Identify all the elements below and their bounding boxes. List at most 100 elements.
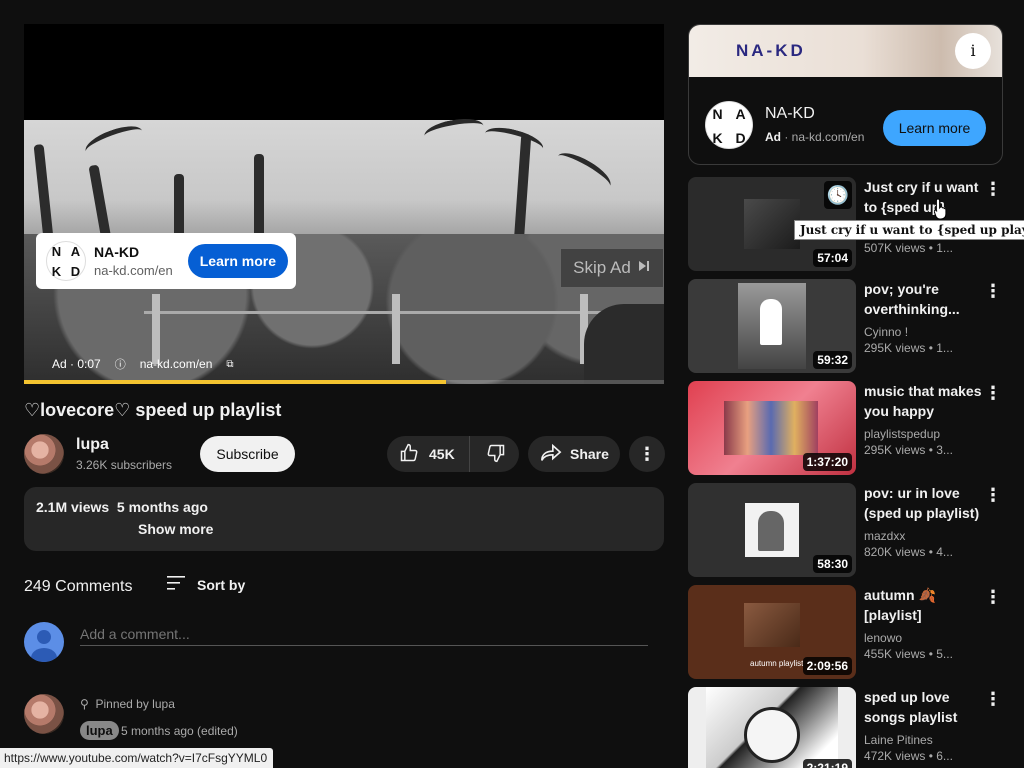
description-box[interactable]: 2.1M views 5 months ago Show more [24,487,664,551]
ad-learn-more-button[interactable]: Learn more [187,244,288,278]
ad-info-bar: Ad · 0:07 ⓘ na-kd.com/en ⧉ [52,356,234,372]
share-label: Share [570,446,609,462]
skip-next-icon [637,258,651,278]
comments-header: 249 Comments Sort by [24,575,664,599]
show-more-button[interactable]: Show more [138,521,652,537]
video-duration: 1:37:20 [802,453,852,471]
more-vert-icon[interactable]: ⋮ [984,485,1002,506]
ad-card-domain: na-kd.com/en [791,130,865,144]
channel-avatar[interactable] [24,434,64,474]
video-thumbnail[interactable]: 58:30 [688,483,856,577]
ad-banner-image[interactable]: NA-KD i [689,25,1002,77]
progress-bar[interactable] [24,380,664,384]
video-title-link[interactable]: sped up love songs playlist [864,687,982,727]
video-duration: 59:32 [813,351,852,369]
recommendation-item[interactable]: 1:37:20 music that makes you happy playl… [688,381,1024,475]
video-title: ♡lovecore♡ speed up playlist [24,400,282,420]
video-stats: 295K views • 3... [864,443,953,457]
ad-card-subline: Ad · na-kd.com/en [765,130,865,144]
youtube-watch-page: NA KD NA-KD na-kd.com/en Learn more Skip… [0,0,1024,768]
recommendation-item[interactable]: 58:30 pov: ur in love (sped up playlist)… [688,483,1024,577]
thumbnail-caption: autumn playlist [750,659,804,668]
more-actions-button[interactable]: ⋮ [629,436,665,472]
video-stats: 472K views • 6... [864,749,953,763]
recommendation-item[interactable]: autumn playlist 2:09:56 autumn 🍂 [playli… [688,585,1024,679]
comments-count: 249 Comments [24,578,133,595]
status-bar-url: https://www.youtube.com/watch?v=I7cFsgYY… [0,748,274,768]
share-icon [540,443,562,466]
video-title-link[interactable]: autumn 🍂 [playlist] [864,585,982,625]
like-count: 45K [429,446,455,462]
video-thumbnail[interactable]: autumn playlist 2:09:56 [688,585,856,679]
comment-author-chip[interactable]: lupa [80,721,119,740]
like-button[interactable]: 45K [387,436,470,472]
info-icon[interactable]: ⓘ [115,356,126,372]
watch-later-icon[interactable]: 🕓 [824,181,852,209]
user-avatar-icon [24,622,64,662]
video-title-link[interactable]: pov; you're overthinking... [864,279,982,319]
ad-info-domain[interactable]: na-kd.com/en [140,357,213,371]
channel-name[interactable]: lenowo [864,631,982,645]
channel-name[interactable]: lupa [76,436,109,454]
ad-overlay-domain: na-kd.com/en [94,263,173,278]
more-vert-icon[interactable]: ⋮ [984,281,1002,302]
video-thumbnail[interactable]: 1:37:20 [688,381,856,475]
channel-name[interactable]: Cyinno ! [864,325,982,339]
more-vert-icon[interactable]: ⋮ [984,179,1002,200]
video-stats: 820K views • 4... [864,545,953,559]
sort-icon [167,575,187,594]
pin-icon: ⚲ [80,697,89,711]
thumbs-down-icon [486,443,506,466]
sort-by-label: Sort by [197,576,246,593]
video-player[interactable]: NA KD NA-KD na-kd.com/en Learn more Skip… [24,24,664,384]
external-link-icon: ⧉ [226,358,234,370]
dislike-button[interactable] [470,436,522,472]
video-duration: 57:04 [813,249,852,267]
video-title-link[interactable]: Just cry if u want to {sped up} [864,177,982,217]
pinned-label: ⚲ Pinned by lupa [80,697,175,711]
skip-ad-label: Skip Ad [573,258,631,277]
recommendation-item[interactable]: 2:21:19 sped up love songs playlist Lain… [688,687,1024,768]
more-vert-icon[interactable]: ⋮ [984,383,1002,404]
subscriber-count: 3.26K subscribers [76,458,173,472]
more-vert-icon[interactable]: ⋮ [984,587,1002,608]
thumbs-up-icon [399,443,419,466]
ad-overlay-card[interactable]: NA KD NA-KD na-kd.com/en Learn more [36,233,296,289]
owner-row: lupa 3.26K subscribers Subscribe 45K Sha… [24,432,665,476]
comment-timestamp[interactable]: 5 months ago (edited) [121,724,238,738]
video-title-link[interactable]: pov: ur in love (sped up playlist) [864,483,982,523]
add-comment-input[interactable] [80,622,648,646]
like-dislike-group: 45K [387,436,519,472]
channel-name[interactable]: playlistspedup [864,427,982,441]
ad-card-brand: NA-KD [765,105,815,122]
video-stats: 295K views • 1... [864,341,953,355]
progress-fill [24,380,447,384]
title-tooltip: Just cry if u want to {sped up playlist} [794,220,1024,240]
more-vert-icon: ⋮ [638,444,656,464]
hand-cursor-icon [934,198,947,220]
add-comment-row [24,622,664,664]
video-duration: 2:21:19 [802,759,852,768]
ad-banner-logo: NA-KD [736,41,806,60]
subscribe-button[interactable]: Subscribe [200,436,295,472]
view-count-date: 2.1M views 5 months ago [36,499,208,515]
video-stats: 455K views • 5... [864,647,953,661]
video-title-link[interactable]: music that makes you happy playli... [864,381,982,421]
video-thumbnail[interactable]: 2:21:19 [688,687,856,768]
channel-name[interactable]: mazdxx [864,529,982,543]
share-button[interactable]: Share [528,436,620,472]
recommendation-item[interactable]: 59:32 pov; you're overthinking... Cyinno… [688,279,1024,373]
comment-author-avatar[interactable] [24,694,64,734]
video-duration: 58:30 [813,555,852,573]
info-icon[interactable]: i [955,33,991,69]
brand-logo: NA KD [46,241,86,281]
video-thumbnail[interactable]: 59:32 [688,279,856,373]
channel-name[interactable]: Laine Pitines [864,733,982,747]
sort-by-button[interactable]: Sort by [167,575,245,594]
brand-logo: NA KD [705,101,753,149]
more-vert-icon[interactable]: ⋮ [984,689,1002,710]
sidebar-ad-card[interactable]: NA-KD i NA KD NA-KD Ad · na-kd.com/en Le… [688,24,1003,165]
ad-card-learn-more-button[interactable]: Learn more [883,110,986,146]
video-duration: 2:09:56 [802,657,852,675]
skip-ad-button[interactable]: Skip Ad [560,248,664,288]
